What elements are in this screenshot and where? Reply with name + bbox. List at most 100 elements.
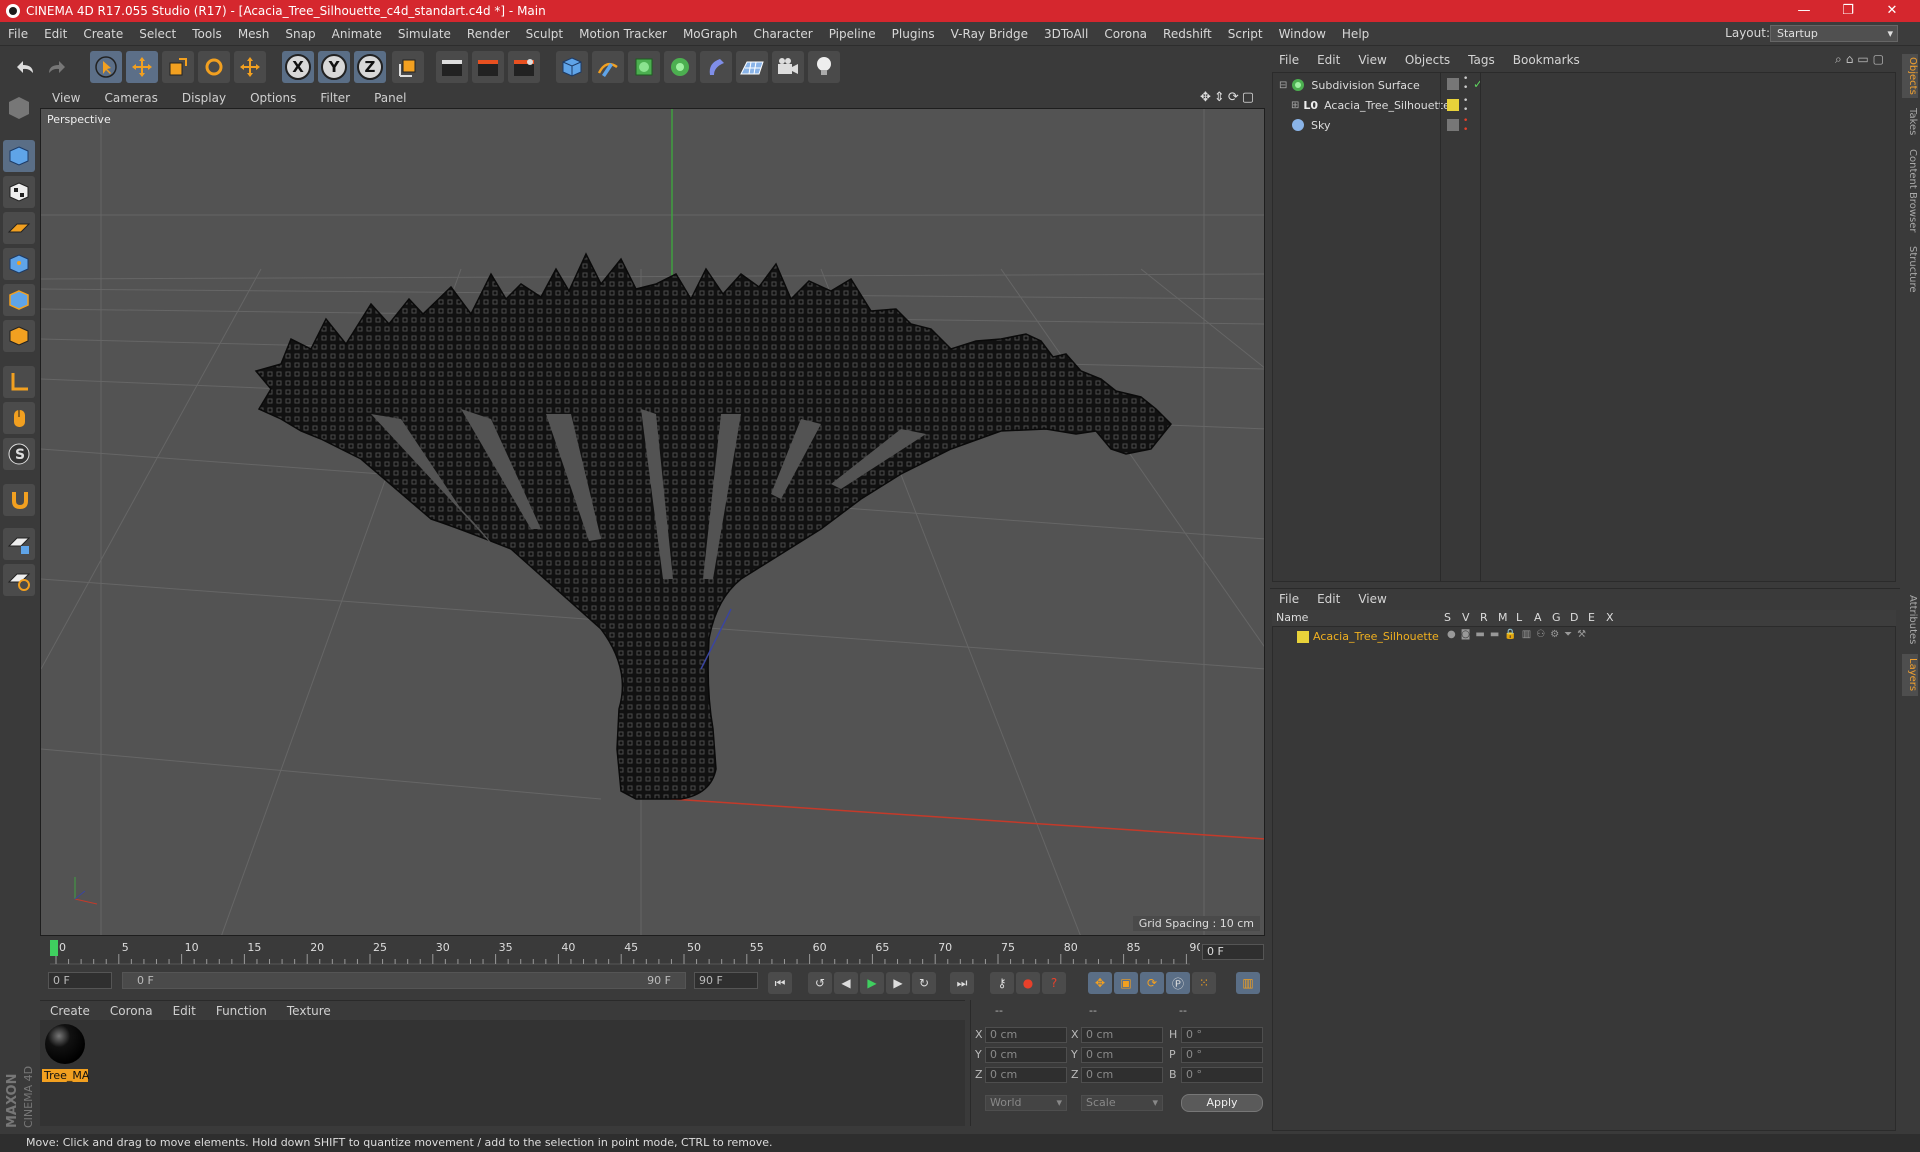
viewport-menu-options[interactable]: Options xyxy=(238,91,308,105)
layer-col-generators[interactable]: G xyxy=(1552,611,1561,624)
layers-menu-edit[interactable]: Edit xyxy=(1308,592,1349,606)
layer-toggle-icons[interactable]: ●◙▬▬🔒▥⚇⚙⏷⚒ xyxy=(1447,629,1591,640)
menu-select[interactable]: Select xyxy=(131,27,184,41)
tab-takes[interactable]: Takes xyxy=(1902,104,1918,140)
keyframe-selection-button[interactable]: ? xyxy=(1042,972,1066,994)
size-y-field[interactable]: 0 cm xyxy=(1081,1047,1163,1063)
menu-corona[interactable]: Corona xyxy=(1096,27,1155,41)
menu-vray-bridge[interactable]: V-Ray Bridge xyxy=(943,27,1036,41)
object-row-subdivision-surface[interactable]: ⊟ Subdivision Surface • • ✓ xyxy=(1273,75,1895,95)
menu-tools[interactable]: Tools xyxy=(184,27,230,41)
layer-color-icon[interactable] xyxy=(1447,99,1459,111)
timeline-window-button[interactable]: ▥ xyxy=(1236,972,1260,994)
make-editable-button[interactable] xyxy=(3,92,35,124)
viewport-menu-cameras[interactable]: Cameras xyxy=(92,91,169,105)
go-to-start-button[interactable]: ⏮ xyxy=(768,972,792,994)
menu-mograph[interactable]: MoGraph xyxy=(675,27,746,41)
layer-col-expressions[interactable]: E xyxy=(1588,611,1595,624)
start-frame-field[interactable]: 0 F xyxy=(48,972,112,989)
viewport-menu-view[interactable]: View xyxy=(40,91,92,105)
objects-menu-view[interactable]: View xyxy=(1349,53,1395,67)
close-button[interactable]: ✕ xyxy=(1870,0,1914,22)
object-manager-nav-icons[interactable]: ⌕⌂▭▢ xyxy=(1835,52,1888,67)
size-x-field[interactable]: 0 cm xyxy=(1081,1027,1163,1043)
add-floor-button[interactable] xyxy=(736,51,768,83)
next-key-button[interactable]: ↻ xyxy=(912,972,936,994)
key-scale-button[interactable]: ▣ xyxy=(1114,972,1138,994)
size-z-field[interactable]: 0 cm xyxy=(1081,1067,1163,1083)
minimize-button[interactable]: — xyxy=(1782,0,1826,22)
workplane-mode-button[interactable] xyxy=(3,212,35,244)
object-row-acacia-tree[interactable]: ⊞ L0 Acacia_Tree_Silhouette • • xyxy=(1273,95,1895,115)
key-rotation-button[interactable]: ⟳ xyxy=(1140,972,1164,994)
menu-mesh[interactable]: Mesh xyxy=(230,27,278,41)
objects-menu-tags[interactable]: Tags xyxy=(1459,53,1504,67)
add-camera-button[interactable] xyxy=(772,51,804,83)
planar-workplane-button[interactable] xyxy=(3,564,35,596)
objects-menu-bookmarks[interactable]: Bookmarks xyxy=(1504,53,1589,67)
snap-button[interactable] xyxy=(3,484,35,516)
layer-col-render[interactable]: R xyxy=(1480,611,1488,624)
material-menu-texture[interactable]: Texture xyxy=(277,1004,341,1018)
viewport-nav-icons[interactable]: ✥⇕⟳▢ xyxy=(1200,90,1257,105)
previous-key-button[interactable]: ↺ xyxy=(808,972,832,994)
add-spline-button[interactable] xyxy=(592,51,624,83)
menu-sculpt[interactable]: Sculpt xyxy=(518,27,571,41)
visibility-dots-icon[interactable]: • • xyxy=(1463,117,1468,135)
menu-3dtoall[interactable]: 3DToAll xyxy=(1036,27,1096,41)
menu-edit[interactable]: Edit xyxy=(36,27,75,41)
key-pla-button[interactable]: ⁙ xyxy=(1192,972,1216,994)
undo-button[interactable] xyxy=(8,51,40,83)
objects-menu-edit[interactable]: Edit xyxy=(1308,53,1349,67)
layer-col-xref[interactable]: X xyxy=(1606,611,1614,624)
add-light-button[interactable] xyxy=(808,51,840,83)
layer-col-locked[interactable]: L xyxy=(1516,611,1522,624)
tab-attributes[interactable]: Attributes xyxy=(1902,590,1918,650)
menu-simulate[interactable]: Simulate xyxy=(390,27,459,41)
previous-frame-button[interactable]: ◀ xyxy=(834,972,858,994)
restore-button[interactable]: ❐ xyxy=(1826,0,1870,22)
tab-objects[interactable]: Objects xyxy=(1902,54,1918,98)
end-frame-field[interactable]: 90 F xyxy=(694,972,758,989)
rotate-tool-button[interactable] xyxy=(198,51,230,83)
object-row-sky[interactable]: Sky • • xyxy=(1273,115,1895,135)
menu-plugins[interactable]: Plugins xyxy=(884,27,943,41)
tab-layers[interactable]: Layers xyxy=(1902,654,1918,696)
layout-dropdown[interactable]: Startup ▾ xyxy=(1770,25,1898,42)
objects-menu-file[interactable]: File xyxy=(1270,53,1308,67)
axis-mode-button[interactable] xyxy=(3,366,35,398)
z-axis-lock-button[interactable]: Z xyxy=(354,51,386,83)
menu-render[interactable]: Render xyxy=(459,27,518,41)
redo-button[interactable] xyxy=(42,51,74,83)
material-menu-edit[interactable]: Edit xyxy=(163,1004,206,1018)
rotation-p-field[interactable]: 0 ° xyxy=(1181,1047,1263,1063)
layer-swatch-icon[interactable] xyxy=(1447,119,1459,131)
layers-menu-file[interactable]: File xyxy=(1270,592,1308,606)
live-selection-button[interactable] xyxy=(90,51,122,83)
add-cube-button[interactable] xyxy=(556,51,588,83)
x-axis-lock-button[interactable]: X xyxy=(282,51,314,83)
position-x-field[interactable]: 0 cm xyxy=(985,1027,1067,1043)
tab-structure[interactable]: Structure xyxy=(1902,242,1918,296)
apply-button[interactable]: Apply xyxy=(1181,1094,1263,1112)
viewport-menu-display[interactable]: Display xyxy=(170,91,238,105)
layer-col-deformers[interactable]: D xyxy=(1570,611,1578,624)
play-button[interactable]: ▶ xyxy=(860,972,884,994)
menu-animate[interactable]: Animate xyxy=(324,27,390,41)
material-swatch[interactable]: Tree_MA xyxy=(42,1022,89,1082)
layer-swatch-icon[interactable] xyxy=(1447,78,1459,90)
key-parameter-button[interactable]: Ⓟ xyxy=(1166,972,1190,994)
rotation-h-field[interactable]: 0 ° xyxy=(1181,1027,1263,1043)
position-y-field[interactable]: 0 cm xyxy=(985,1047,1067,1063)
add-mograph-button[interactable] xyxy=(664,51,696,83)
render-picture-viewer-button[interactable] xyxy=(472,51,504,83)
layer-col-solo[interactable]: S xyxy=(1444,611,1451,624)
layer-col-manager[interactable]: M xyxy=(1498,611,1508,624)
move-tool-button[interactable] xyxy=(126,51,158,83)
objects-menu-objects[interactable]: Objects xyxy=(1396,53,1459,67)
layer-col-animation[interactable]: A xyxy=(1534,611,1542,624)
scale-tool-button[interactable] xyxy=(162,51,194,83)
viewport-menu-filter[interactable]: Filter xyxy=(308,91,362,105)
timeline-ruler[interactable]: 0 5 10 15 20 25 30 35 40 45 50 55 60 65 70 75 80 85 90 xyxy=(40,938,1265,968)
layer-color-icon[interactable] xyxy=(1297,631,1309,643)
